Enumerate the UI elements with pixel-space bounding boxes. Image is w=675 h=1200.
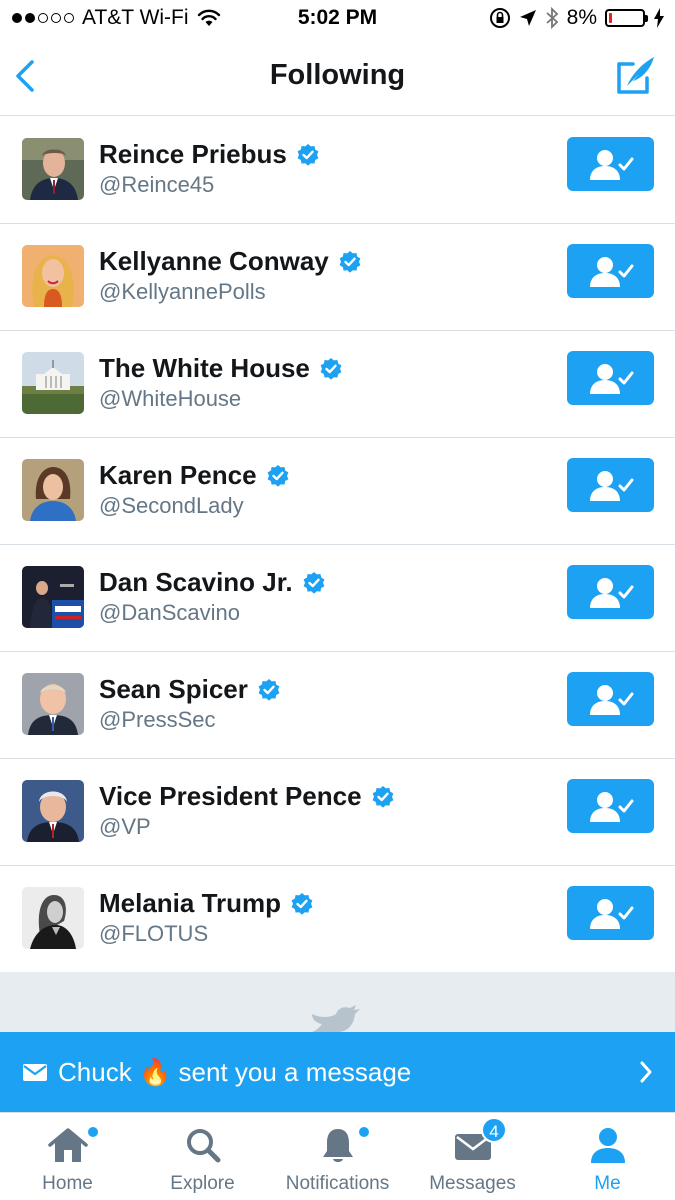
bell-icon <box>323 1129 353 1162</box>
account-name: Vice President Pence <box>99 781 362 811</box>
message-notification-banner[interactable]: Chuck 🔥 sent you a message <box>0 1032 675 1112</box>
tab-explore[interactable]: Explore <box>135 1113 270 1200</box>
person-check-icon <box>589 257 633 287</box>
avatar[interactable] <box>22 566 84 628</box>
charging-bolt-icon <box>654 8 664 28</box>
account-handle: @PressSec <box>99 707 216 732</box>
status-bar-right: 8% <box>489 6 665 30</box>
avatar[interactable] <box>22 459 84 521</box>
person-check-icon <box>589 899 633 929</box>
following-button[interactable] <box>567 672 654 726</box>
account-handle: @VP <box>99 814 151 839</box>
person-check-icon <box>589 364 633 394</box>
battery-icon <box>605 9 648 27</box>
compose-tweet-icon[interactable] <box>615 54 657 96</box>
orientation-lock-icon <box>489 8 510 28</box>
person-check-icon <box>589 685 633 715</box>
envelope-icon <box>23 1064 47 1081</box>
account-handle: @KellyannePolls <box>99 279 266 304</box>
banner-text: sent you a message <box>178 1056 412 1087</box>
following-button[interactable] <box>567 779 654 833</box>
notifications-dot <box>359 1127 369 1137</box>
list-item[interactable]: Reince Priebus @Reince45 <box>0 117 675 224</box>
battery-percent: 8% <box>566 6 597 29</box>
person-check-icon <box>589 150 633 180</box>
account-name: Karen Pence <box>99 460 257 490</box>
tab-label: Home <box>42 1173 93 1194</box>
account-handle: @Reince45 <box>99 172 215 197</box>
battery-level <box>609 13 612 23</box>
twitter-bird-icon <box>312 1005 360 1032</box>
account-name: Sean Spicer <box>99 674 248 704</box>
tab-home[interactable]: Home <box>0 1113 135 1200</box>
messages-count-badge: 4 <box>481 1117 507 1143</box>
list-item[interactable]: Vice President Pence @VP <box>0 759 675 866</box>
person-check-icon <box>589 471 633 501</box>
tab-bar: Home Explore Notifications 4 Messages Me <box>0 1112 675 1200</box>
tab-label: Notifications <box>285 1173 390 1194</box>
verified-badge-icon <box>320 357 342 380</box>
verified-badge-icon <box>372 785 393 808</box>
page-title: Following <box>269 59 406 91</box>
following-button[interactable] <box>567 458 654 512</box>
avatar[interactable] <box>22 887 84 949</box>
tab-notifications[interactable]: Notifications <box>270 1113 405 1200</box>
list-item[interactable]: Kellyanne Conway @KellyannePolls <box>0 224 675 331</box>
avatar[interactable] <box>22 780 84 842</box>
home-notification-dot <box>88 1127 98 1137</box>
bluetooth-icon <box>546 7 558 29</box>
banner-message: Chuck 🔥 sent you a message <box>58 1057 411 1088</box>
person-check-icon <box>589 578 633 608</box>
verified-badge-icon <box>291 892 313 915</box>
following-button[interactable] <box>567 565 654 619</box>
fire-emoji: 🔥 <box>138 1056 172 1087</box>
location-arrow-icon <box>519 10 536 26</box>
avatar[interactable] <box>22 352 84 414</box>
nav-bar: Following <box>0 38 675 116</box>
avatar[interactable] <box>22 245 84 307</box>
account-handle: @DanScavino <box>99 600 240 625</box>
avatar[interactable] <box>22 673 84 735</box>
list-item[interactable]: Karen Pence @SecondLady <box>0 438 675 545</box>
tab-label: Explore <box>170 1173 235 1194</box>
tab-me[interactable]: Me <box>540 1113 675 1200</box>
account-handle: @FLOTUS <box>99 921 209 946</box>
chevron-right-icon[interactable] <box>639 1060 653 1084</box>
verified-badge-icon <box>297 143 319 166</box>
verified-badge-icon <box>303 571 325 594</box>
account-name: Dan Scavino Jr. <box>99 567 293 597</box>
list-item[interactable]: Sean Spicer @PressSec <box>0 652 675 759</box>
tab-label: Me <box>594 1173 621 1194</box>
search-icon <box>187 1129 221 1163</box>
list-item[interactable]: Melania Trump @FLOTUS <box>0 866 675 973</box>
account-name: Kellyanne Conway <box>99 246 329 276</box>
account-name: Reince Priebus <box>99 139 287 169</box>
status-bar: AT&T Wi-Fi 5:02 PM 8% <box>0 0 675 38</box>
list-item[interactable]: The White House @WhiteHouse <box>0 331 675 438</box>
person-icon <box>591 1128 625 1163</box>
verified-badge-icon <box>258 678 280 701</box>
account-name: Melania Trump <box>99 888 282 918</box>
following-button[interactable] <box>567 244 654 298</box>
following-list: Reince Priebus @Reince45 Kellyanne Conwa… <box>0 117 675 973</box>
list-item[interactable]: Dan Scavino Jr. @DanScavino <box>0 545 675 652</box>
verified-badge-icon <box>267 464 288 487</box>
tab-messages[interactable]: 4 Messages <box>405 1113 540 1200</box>
account-handle: @SecondLady <box>99 493 244 518</box>
avatar[interactable] <box>22 138 84 200</box>
person-check-icon <box>589 792 633 822</box>
account-name: The White House <box>99 353 310 383</box>
following-button[interactable] <box>567 351 654 405</box>
account-handle: @WhiteHouse <box>99 386 242 411</box>
home-icon <box>48 1128 88 1162</box>
banner-sender: Chuck <box>58 1056 132 1087</box>
verified-badge-icon <box>339 250 361 273</box>
following-button[interactable] <box>567 137 654 191</box>
tab-label: Messages <box>429 1173 516 1194</box>
following-button[interactable] <box>567 886 654 940</box>
